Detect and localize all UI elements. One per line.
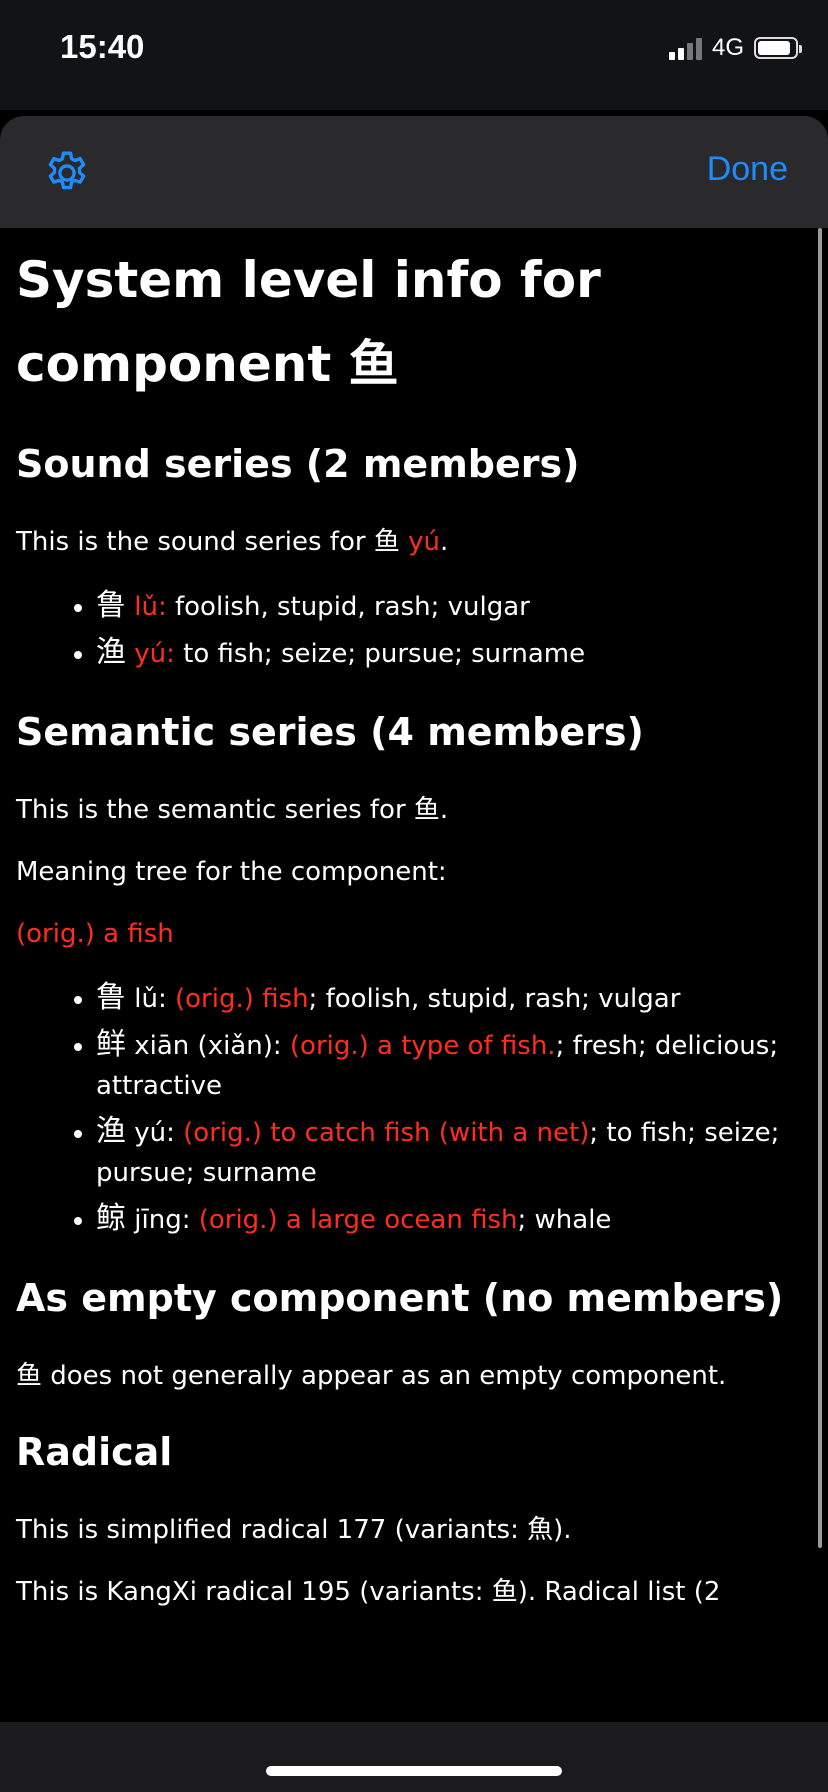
gear-icon[interactable] [42, 148, 92, 198]
signal-icon [668, 36, 702, 60]
home-bar [0, 1722, 828, 1792]
sheet-header [0, 116, 828, 228]
list-item: 鲁 lǔ: (orig.) fish; foolish, stupid, ras… [96, 978, 804, 1019]
list-item: 鲁 lǔ: foolish, stupid, rash; vulgar [96, 586, 804, 627]
content-scroll-area[interactable]: System level info for component 鱼 Sound … [0, 228, 820, 1722]
list-item: 鲜 xiān (xiǎn): (orig.) a type of fish.; … [96, 1025, 804, 1106]
radical-kangxi-text: This is KangXi radical 195 (variants: 鱼)… [16, 1577, 721, 1607]
page-title: System level info for component 鱼 [16, 251, 601, 393]
status-time: 15:40 [60, 28, 145, 65]
list-item: 渔 yú: to fish; seize; pursue; surname [96, 633, 804, 674]
root-meaning: (orig.) a fish [16, 919, 174, 949]
sound-series-intro: This is the sound series for 鱼 yú. [16, 527, 449, 557]
radical-simplified-text: This is simplified radical 177 (variants… [16, 1515, 572, 1545]
sound-series-heading: Sound series (2 members) [16, 442, 580, 486]
meaning-tree-label: Meaning tree for the component: [16, 857, 447, 887]
semantic-series-list: 鲁 lǔ: (orig.) fish; foolish, stupid, ras… [16, 978, 804, 1240]
status-bar: 15:40 4G [0, 0, 828, 110]
empty-component-heading: As empty component (no members) [16, 1276, 784, 1320]
list-item: 鲸 jīng: (orig.) a large ocean fish; whal… [96, 1199, 804, 1240]
scroll-indicator[interactable] [818, 228, 822, 1548]
home-indicator[interactable] [266, 1766, 562, 1776]
done-button[interactable]: Done [707, 150, 788, 189]
status-indicators: 4G [668, 34, 802, 62]
battery-icon [754, 37, 802, 59]
empty-component-text: 鱼 does not generally appear as an empty … [16, 1361, 727, 1391]
semantic-series-intro: This is the semantic series for 鱼. [16, 795, 449, 825]
semantic-series-heading: Semantic series (4 members) [16, 710, 644, 754]
radical-heading: Radical [16, 1430, 173, 1474]
list-item: 渔 yú: (orig.) to catch fish (with a net)… [96, 1112, 804, 1193]
sound-series-list: 鲁 lǔ: foolish, stupid, rash; vulgar 渔 yú… [16, 586, 804, 674]
network-type: 4G [711, 34, 744, 61]
